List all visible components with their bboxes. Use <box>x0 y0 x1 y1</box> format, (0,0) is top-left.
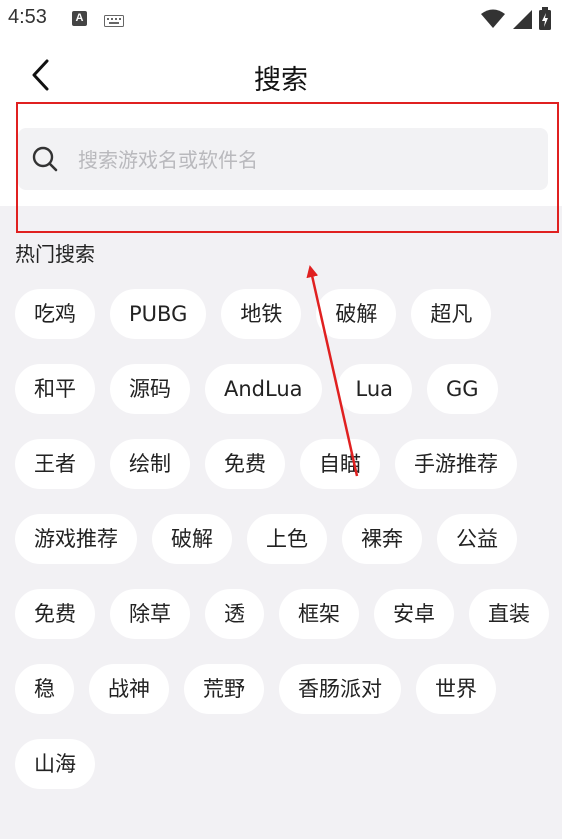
hot-search-tag[interactable]: 香肠派对 <box>279 664 401 714</box>
hot-search-tag[interactable]: 手游推荐 <box>395 439 517 489</box>
hot-search-title: 热门搜索 <box>15 242 95 266</box>
battery-icon <box>539 7 551 30</box>
hot-search-tag[interactable]: 山海 <box>15 739 95 789</box>
hot-search-tag[interactable]: 王者 <box>15 439 95 489</box>
hot-search-tag[interactable]: 裸奔 <box>342 514 422 564</box>
hot-search-tag[interactable]: 超凡 <box>411 289 492 339</box>
a-notification-icon: A <box>72 11 87 26</box>
status-time: 4:53 <box>8 6 47 28</box>
hot-search-tag[interactable]: 免费 <box>205 439 285 489</box>
hot-search-tag[interactable]: 上色 <box>247 514 327 564</box>
search-box[interactable] <box>18 128 548 190</box>
hot-search-tag[interactable]: 和平 <box>15 364 95 414</box>
search-icon <box>31 145 61 179</box>
hot-search-tag[interactable]: AndLua <box>205 364 322 414</box>
hot-search-tag[interactable]: 世界 <box>416 664 496 714</box>
wifi-icon <box>480 9 505 28</box>
hot-search-tag[interactable]: 吃鸡 <box>15 289 95 339</box>
hot-search-tag[interactable]: 破解 <box>316 289 397 339</box>
keyboard-icon <box>104 12 124 31</box>
hot-search-tag[interactable]: 免费 <box>15 589 95 639</box>
header-bar: 搜索 <box>0 38 562 110</box>
search-input[interactable] <box>76 142 520 178</box>
hot-search-tag[interactable]: 安卓 <box>374 589 454 639</box>
hot-search-tag[interactable]: PUBG <box>110 289 207 339</box>
status-bar: 4:53 A <box>0 0 562 38</box>
hot-search-tag[interactable]: 地铁 <box>221 289 302 339</box>
hot-search-tag[interactable]: 直装 <box>469 589 549 639</box>
hot-search-tag[interactable]: 绘制 <box>110 439 190 489</box>
hot-search-tag[interactable]: 透 <box>205 589 264 639</box>
hot-search-tag[interactable]: 破解 <box>152 514 232 564</box>
signal-icon <box>512 10 532 29</box>
hot-search-tag[interactable]: 战神 <box>89 664 169 714</box>
hot-search-tag[interactable]: 公益 <box>437 514 517 564</box>
hot-search-tag[interactable]: 除草 <box>110 589 190 639</box>
hot-search-tag[interactable]: 框架 <box>279 589 359 639</box>
search-area <box>0 110 562 206</box>
page-title: 搜索 <box>254 65 308 96</box>
hot-search-tag[interactable]: Lua <box>336 364 413 414</box>
hot-search-tag[interactable]: 稳 <box>15 664 74 714</box>
hot-search-tag[interactable]: 源码 <box>110 364 190 414</box>
hot-search-tag[interactable]: 荒野 <box>184 664 264 714</box>
status-icons <box>480 7 552 31</box>
hot-search-tags: 吃鸡 PUBG 地铁 破解 超凡 和平 源码 AndLua Lua GG 王者 绘制 免费 自瞄 手游推荐游… <box>15 289 555 789</box>
hot-search-tag[interactable]: 自瞄 <box>300 439 380 489</box>
hot-search-tag[interactable]: 游戏推荐 <box>15 514 137 564</box>
hot-search-tag[interactable]: GG <box>427 364 498 414</box>
